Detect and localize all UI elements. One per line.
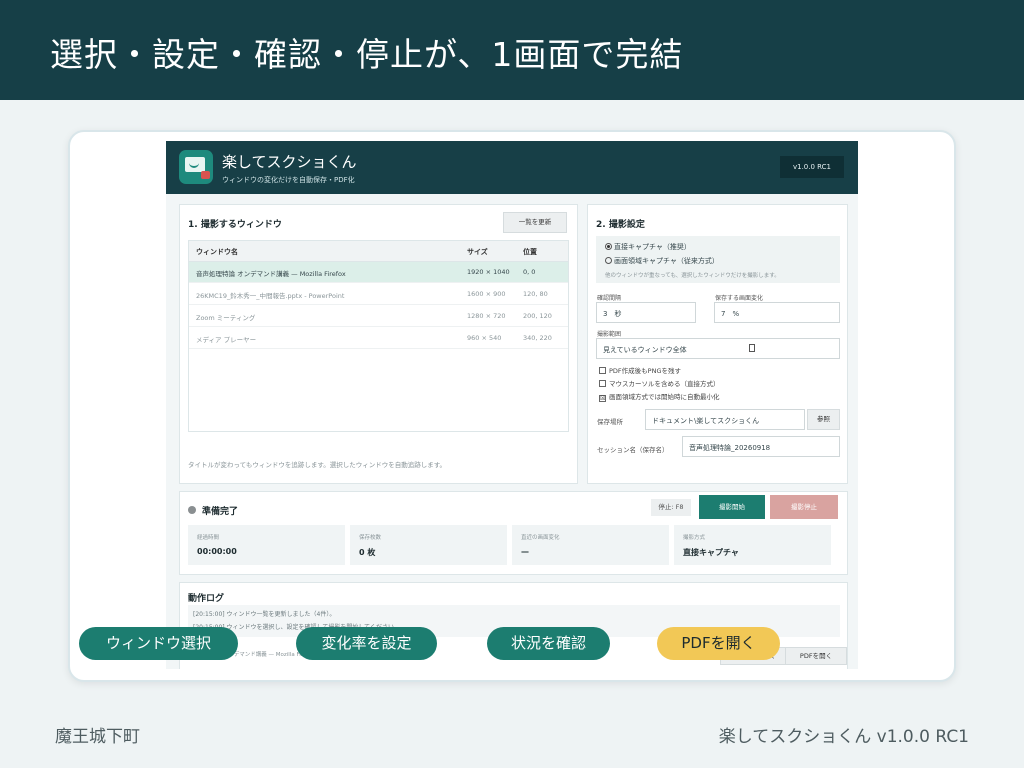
checkbox-keep-png[interactable]: PDF作成後もPNGを残す (599, 365, 681, 375)
session-name-input[interactable]: 音声処理特論_20260918 (682, 436, 840, 457)
row-window-name: 音声処理特論 オンデマンド講義 — Mozilla Firefox (196, 270, 346, 278)
row-window-position: 340, 220 (523, 334, 552, 342)
saved-count-tile: 保存枚数 0 枚 (350, 525, 507, 565)
callout-open-pdf: PDFを開く (657, 627, 780, 660)
start-capture-button[interactable]: 撮影開始 (699, 495, 765, 519)
interval-input[interactable]: 3 秒 (596, 302, 696, 323)
checkbox-unchecked-icon (599, 367, 606, 374)
session-name-label: セッション名（保存名） (597, 446, 669, 454)
column-header-position: 位置 (523, 248, 537, 256)
row-window-name: メディア プレーヤー (196, 336, 257, 344)
change-threshold-label: 保存する画面変化 (715, 295, 764, 302)
elapsed-time-tile: 経過時間 00:00:00 (188, 525, 345, 565)
app-window: 楽してスクショくん ウィンドウの変化だけを自動保存・PDF化 v1.0.0 RC… (166, 141, 858, 669)
checkbox-checked-icon: ☒ (599, 395, 606, 402)
capture-range-select[interactable]: 見えているウィンドウ全体 (596, 338, 840, 359)
tile-label: 保存枚数 (359, 535, 382, 541)
table-row[interactable]: Zoom ミーティング 1280 × 720 200, 120 (189, 306, 568, 327)
tile-value: 00:00:00 (197, 547, 237, 556)
status-text: 準備完了 (202, 507, 239, 517)
radio-unselected-icon (605, 257, 612, 264)
save-location-label: 保存場所 (597, 418, 623, 426)
table-row[interactable]: 26KMC19_鈴木秀一_中間報告.pptx - PowerPoint 1600… (189, 284, 568, 305)
callout-window-select: ウィンドウ選択 (79, 627, 238, 660)
checkbox-include-cursor[interactable]: マウスカーソルを含める（直接方式） (599, 378, 720, 388)
checkbox-auto-minimize[interactable]: ☒ 画面領域方式では開始時に自動最小化 (599, 391, 720, 402)
row-window-position: 120, 80 (523, 290, 548, 298)
callout-check-status: 状況を確認 (487, 627, 610, 660)
browse-button[interactable]: 参照 (807, 409, 840, 430)
row-window-position: 0, 0 (523, 268, 536, 276)
change-threshold-input[interactable]: 7 % (714, 302, 840, 323)
log-title: 動作ログ (188, 594, 225, 604)
column-header-name: ウィンドウ名 (196, 248, 238, 256)
version-badge: v1.0.0 RC1 (780, 156, 844, 178)
row-window-size: 1280 × 720 (467, 312, 506, 320)
window-panel: 1. 撮影するウィンドウ 一覧を更新 ウィンドウ名 サイズ 位置 音声処理特論 … (179, 204, 578, 484)
radio-selected-icon (605, 243, 612, 250)
table-row[interactable]: 音声処理特論 オンデマンド講義 — Mozilla Firefox 1920 ×… (189, 262, 568, 283)
tile-label: 直近の画面変化 (521, 535, 560, 541)
app-title: 楽してスクショくん (222, 153, 357, 171)
recent-change-tile: 直近の画面変化 — (512, 525, 669, 565)
row-window-size: 1600 × 900 (467, 290, 506, 298)
footer-credit: 魔王城下町 (55, 727, 140, 747)
capture-range-value: 見えているウィンドウ全体 (603, 346, 687, 354)
tile-value: 直接キャプチャ (683, 548, 739, 557)
window-table: ウィンドウ名 サイズ 位置 音声処理特論 オンデマンド講義 — Mozilla … (188, 240, 569, 432)
table-row[interactable]: メディア プレーヤー 960 × 540 340, 220 (189, 328, 568, 349)
status-indicator-icon (188, 506, 196, 514)
top-banner: 選択・設定・確認・停止が、1画面で完結 (0, 0, 1024, 100)
settings-title: 2. 撮影設定 (596, 220, 645, 230)
tile-label: 経過時間 (197, 535, 220, 541)
tile-value: 0 枚 (359, 548, 376, 557)
capture-method-tile: 撮影方式 直接キャプチャ (674, 525, 831, 565)
table-header: ウィンドウ名 サイズ 位置 (189, 241, 568, 262)
row-window-size: 1920 × 1040 (467, 268, 510, 276)
app-header: 楽してスクショくん ウィンドウの変化だけを自動保存・PDF化 v1.0.0 RC… (166, 141, 858, 194)
app-subtitle: ウィンドウの変化だけを自動保存・PDF化 (222, 176, 355, 184)
capture-mode-group: 直接キャプチャ（推奨） 画面領域キャプチャ（従来方式） 他のウィンドウが重なって… (596, 236, 840, 283)
dropdown-icon (749, 344, 755, 352)
tile-value: — (521, 547, 529, 556)
row-window-name: 26KMC19_鈴木秀一_中間報告.pptx - PowerPoint (196, 292, 345, 300)
callout-change-rate: 変化率を設定 (296, 627, 437, 660)
banner-title: 選択・設定・確認・停止が、1画面で完結 (50, 35, 684, 74)
capture-range-label: 撮影範囲 (597, 331, 622, 338)
radio-direct-capture[interactable]: 直接キャプチャ（推奨） (605, 242, 691, 252)
row-window-position: 200, 120 (523, 312, 552, 320)
interval-label: 確認間隔 (597, 295, 622, 302)
tile-label: 撮影方式 (683, 535, 706, 541)
save-location-input[interactable]: ドキュメント\楽してスクショくん (645, 409, 805, 430)
settings-panel: 2. 撮影設定 直接キャプチャ（推奨） 画面領域キャプチャ（従来方式） 他のウィ… (587, 204, 848, 484)
stop-hotkey-hint: 停止: F8 (651, 499, 691, 516)
status-panel: 準備完了 停止: F8 撮影開始 撮影停止 経過時間 00:00:00 保存枚数… (179, 491, 848, 575)
refresh-list-button[interactable]: 一覧を更新 (503, 212, 567, 233)
checkbox-unchecked-icon (599, 380, 606, 387)
radio-region-capture[interactable]: 画面領域キャプチャ（従来方式） (605, 256, 719, 266)
open-pdf-button[interactable]: PDFを開く (785, 647, 847, 665)
window-panel-note: タイトルが変わってもウィンドウを追跡します。選択したウィンドウを自動追跡します。 (188, 461, 447, 469)
footer-product: 楽してスクショくん v1.0.0 RC1 (718, 727, 969, 747)
window-panel-title: 1. 撮影するウィンドウ (188, 220, 282, 230)
capture-mode-note: 他のウィンドウが重なっても、選択したウィンドウだけを撮影します。 (605, 273, 780, 279)
log-line: [20:15:00] ウィンドウ一覧を更新しました（4件）。 (193, 611, 336, 618)
row-window-name: Zoom ミーティング (196, 314, 256, 322)
column-header-size: サイズ (467, 248, 488, 256)
row-window-size: 960 × 540 (467, 334, 502, 342)
app-logo-icon (179, 150, 213, 184)
stop-capture-button[interactable]: 撮影停止 (770, 495, 838, 519)
